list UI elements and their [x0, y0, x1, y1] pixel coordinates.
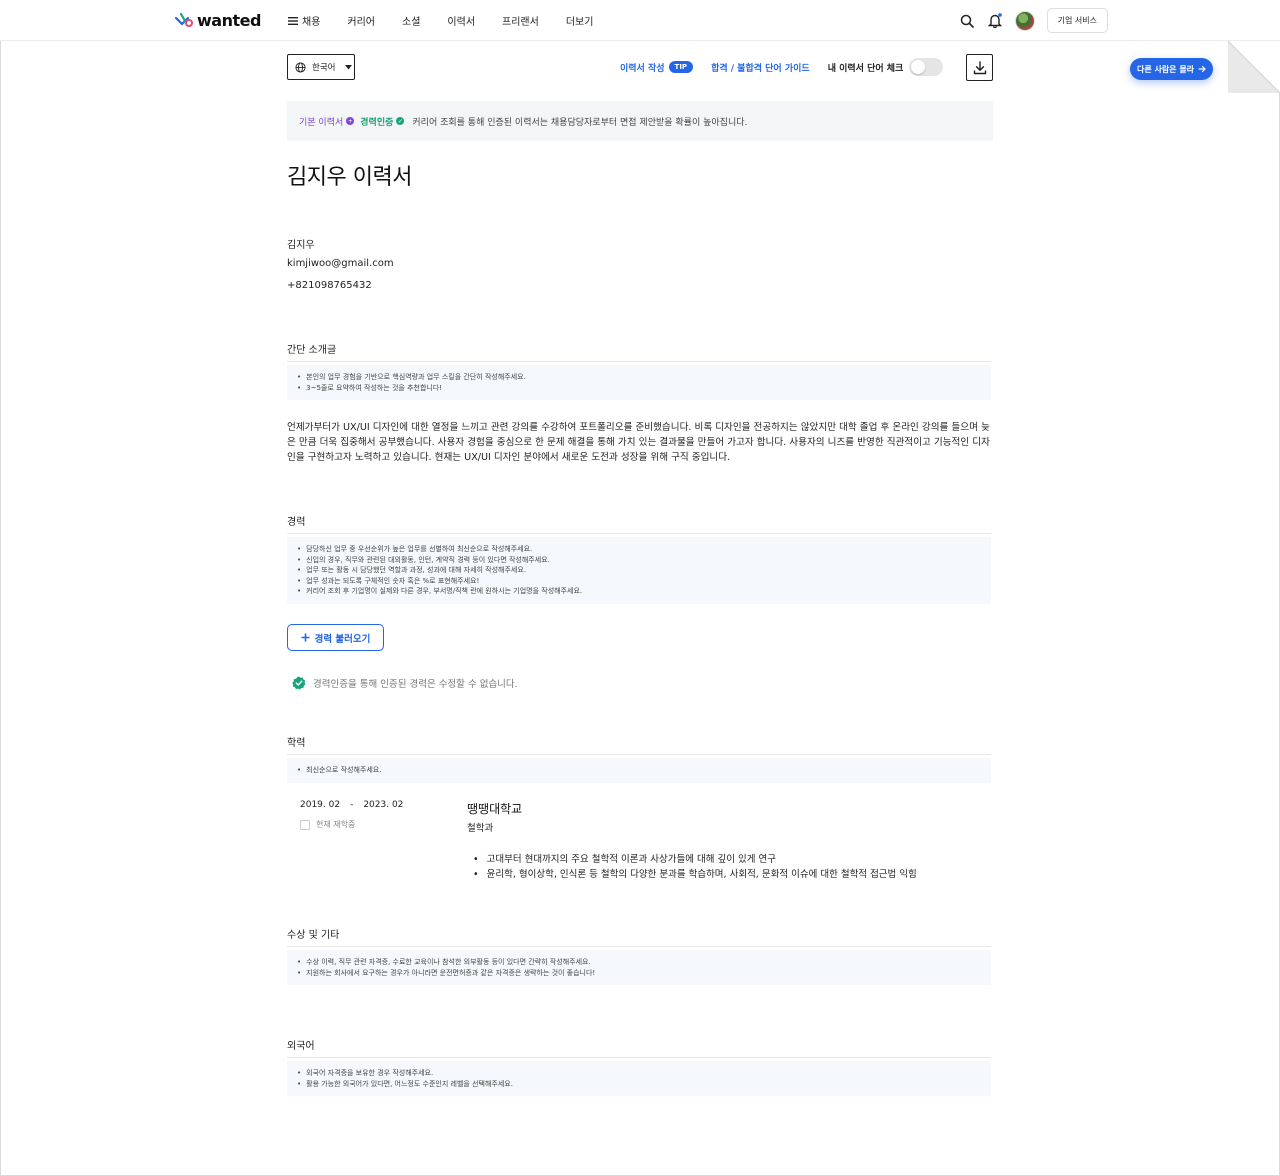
basic-label: 기본 이력서 [299, 117, 344, 128]
guide-item: 수상 이력, 직무 관련 자격증, 수료한 교육이나 참석한 외부활동 등이 있… [297, 957, 981, 968]
top-nav: wanted 채용 커리어 소셜 이력서 프리랜서 더보기 기업 서비스 [0, 0, 1280, 41]
language-value: 한국어 [312, 63, 336, 73]
download-icon [973, 60, 986, 74]
verified-note-text: 경력인증을 통해 인증된 경력은 수정할 수 없습니다. [313, 679, 518, 690]
page-fold-decoration [1228, 41, 1280, 93]
avatar[interactable] [1014, 10, 1035, 31]
globe-icon [295, 61, 306, 73]
career-guide: 담당하신 업무 중 우선순위가 높은 업무를 선별하여 최신순으로 작성해주세요… [287, 537, 991, 604]
notification-button[interactable] [987, 13, 1003, 29]
resume-tip-label: 이력서 작성 [620, 63, 665, 74]
menu-label: 커리어 [347, 17, 376, 28]
guide-item: 업무 또는 활동 시 담당했던 역할과 과정, 성과에 대해 자세히 작성해주세… [297, 565, 981, 576]
resume-tip-link[interactable]: 이력서 작성 TIP [620, 61, 694, 74]
applicant-phone: +821098765432 [287, 280, 372, 291]
edu-date-dash: - [350, 800, 354, 810]
menu-label: 프리랜서 [502, 17, 539, 28]
basic-resume-tag: 기본 이력서 + [299, 115, 355, 128]
word-check-label: 내 이력서 단어 체크 [827, 63, 904, 74]
career-cert-tag: 경력인증 ✓ [360, 115, 405, 128]
logo-text: wanted [197, 10, 261, 30]
main-menu: 채용 커리어 소셜 이력서 프리랜서 더보기 [288, 13, 620, 28]
guide-item: 활용 가능한 외국어가 있다면, 어느정도 수준인지 레벨을 선택해주세요. [297, 1079, 981, 1090]
applicant-name: 김지우 [287, 240, 315, 251]
cert-label: 경력인증 [360, 117, 394, 128]
resume-title: 김지우 이력서 [287, 165, 412, 190]
nav-actions: 기업 서비스 [959, 8, 1108, 33]
plus-icon: + [346, 117, 355, 125]
ask-others-label: 다른 사람은 몰라 [1136, 64, 1195, 74]
guide-item: 업무 성과는 되도록 구체적인 숫자 혹은 %로 표현해주세요! [297, 576, 981, 587]
corp-service-button[interactable]: 기업 서비스 [1046, 8, 1108, 33]
check-icon: ✓ [396, 117, 405, 125]
awards-header: 수상 및 기타 [287, 926, 991, 947]
guide-item: 지원하는 회사에서 요구하는 경우가 아니라면 운전면허증과 같은 자격증은 생… [297, 968, 981, 979]
detail-item: 고대부터 현대까지의 주요 철학적 이론과 사상가들에 대해 깊이 있게 연구 [473, 852, 917, 867]
intro-guide: 본인의 업무 경험을 기반으로 핵심역량과 업무 스킬을 간단히 작성해주세요.… [287, 365, 991, 400]
menu-label: 더보기 [565, 17, 594, 28]
menu-item-freelancer[interactable]: 프리랜서 [502, 13, 539, 28]
menu-item-social[interactable]: 소셜 [402, 13, 420, 28]
awards-guide: 수상 이력, 직무 관련 자격증, 수료한 교육이나 참석한 외부활동 등이 있… [287, 950, 991, 985]
tip-badge: TIP [668, 61, 694, 73]
guide-item: 담당하신 업무 중 우선순위가 높은 업무를 선별하여 최신순으로 작성해주세요… [297, 544, 981, 555]
caret-down-icon [345, 64, 353, 69]
menu-item-more[interactable]: 더보기 [566, 13, 594, 28]
guide-item: 본인의 업무 경험을 기반으로 핵심역량과 업무 스킬을 간단히 작성해주세요. [297, 372, 981, 383]
intro-header: 간단 소개글 [287, 341, 991, 362]
enrolled-checkbox[interactable]: 현재 재학중 [300, 819, 355, 830]
guide-item: 신입의 경우, 직무와 관련된 대외활동, 인턴, 계약직 경력 등이 있다면 … [297, 555, 981, 566]
word-check-toggle[interactable] [909, 58, 944, 76]
logo[interactable]: wanted [174, 10, 261, 30]
guide-item: 최신순으로 작성해주세요. [297, 765, 981, 776]
career-header: 경력 [287, 513, 991, 534]
word-guide-link[interactable]: 합격 / 불합격 단어 가이드 [711, 61, 810, 74]
arrow-right-icon [1198, 65, 1206, 73]
plus-icon [301, 633, 310, 642]
ask-others-button[interactable]: 다른 사람은 몰라 [1130, 58, 1213, 80]
menu-item-career[interactable]: 커리어 [347, 13, 375, 28]
guide-item: 3~5줄로 요약하여 작성하는 것을 추천합니다! [297, 383, 981, 394]
checkbox[interactable] [300, 819, 310, 830]
edu-end-date: 2023. 02 [363, 800, 404, 810]
major-name[interactable]: 철학과 [467, 820, 493, 834]
menu-item-resume[interactable]: 이력서 [447, 13, 475, 28]
language-guide: 외국어 자격증을 보유한 경우 작성해주세요. 활용 가능한 외국어가 있다면,… [287, 1061, 991, 1096]
education-guide: 최신순으로 작성해주세요. [287, 758, 991, 783]
load-career-button[interactable]: 경력 불러오기 [287, 624, 384, 651]
enrolled-label: 현재 재학중 [316, 820, 356, 829]
applicant-email: kimjiwoo@gmail.com [287, 258, 394, 269]
verified-badge-icon [292, 676, 306, 690]
edu-start-date: 2019. 02 [300, 800, 341, 810]
detail-item: 윤리학, 형이상학, 인식론 등 철학의 다양한 분과를 학습하며, 사회적, … [473, 867, 917, 882]
menu-item-jobs[interactable]: 채용 [288, 13, 320, 28]
hamburger-icon [288, 16, 298, 25]
education-header: 학력 [287, 734, 991, 755]
intro-text[interactable]: 언제가부터가 UX/UI 디자인에 대한 열정을 느끼고 관련 강의를 수강하여… [287, 420, 991, 465]
bell-icon [987, 13, 1002, 28]
search-button[interactable] [959, 13, 975, 29]
menu-label: 채용 [302, 17, 321, 28]
resume-tools: 이력서 작성 TIP 합격 / 불합격 단어 가이드 내 이력서 단어 체크 [620, 57, 944, 77]
school-name[interactable]: 땡땡대학교 [467, 800, 522, 817]
language-select[interactable]: 한국어 [287, 54, 355, 80]
verified-note: 경력인증을 통해 인증된 경력은 수정할 수 없습니다. [292, 676, 518, 690]
menu-label: 소셜 [402, 17, 421, 28]
menu-label: 이력서 [447, 17, 476, 28]
guide-item: 외국어 자격증을 보유한 경우 작성해주세요. [297, 1068, 981, 1079]
verification-banner: 기본 이력서 + 경력인증 ✓ 커리어 조회를 통해 인증된 이력서는 채용담당… [287, 101, 993, 141]
guide-item: 커리어 조회 후 기업명이 실제와 다른 경우, 부서명/직책 란에 원하시는 … [297, 586, 981, 597]
banner-text: 커리어 조회를 통해 인증된 이력서는 채용담당자로부터 면접 제안받을 확률이… [412, 117, 748, 128]
search-icon [960, 14, 974, 28]
language-header: 외국어 [287, 1037, 991, 1058]
load-career-label: 경력 불러오기 [314, 633, 371, 645]
education-period[interactable]: 2019. 02 - 2023. 02 [300, 800, 403, 810]
wanted-logo-icon [174, 12, 193, 27]
education-details[interactable]: 고대부터 현대까지의 주요 철학적 이론과 사상가들에 대해 깊이 있게 연구 … [473, 852, 917, 882]
download-button[interactable] [966, 54, 993, 81]
